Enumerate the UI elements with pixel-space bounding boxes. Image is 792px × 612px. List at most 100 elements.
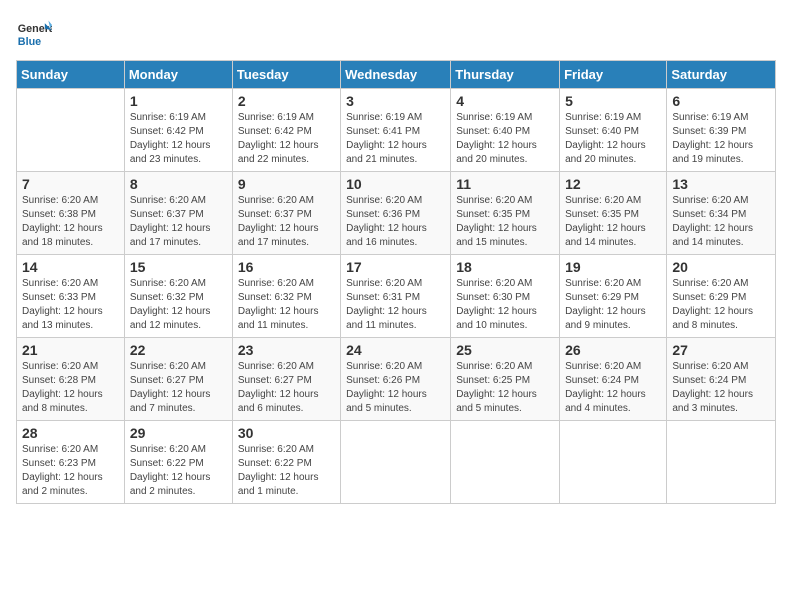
- calendar-cell: 22 Sunrise: 6:20 AM Sunset: 6:27 PM Dayli…: [124, 338, 232, 421]
- header-friday: Friday: [560, 61, 667, 89]
- calendar-cell: 2 Sunrise: 6:19 AM Sunset: 6:42 PM Daylig…: [232, 89, 340, 172]
- calendar-cell: 15Sunrise: 6:20 AM Sunset: 6:32 PM Dayli…: [124, 255, 232, 338]
- calendar-cell: 3 Sunrise: 6:19 AM Sunset: 6:41 PM Daylig…: [341, 89, 451, 172]
- day-number: 28: [22, 425, 119, 441]
- day-number: 2: [238, 93, 335, 109]
- day-number: 26: [565, 342, 661, 358]
- day-number: 14: [22, 259, 119, 275]
- day-number: 30: [238, 425, 335, 441]
- calendar-cell: 5 Sunrise: 6:19 AM Sunset: 6:40 PM Daylig…: [560, 89, 667, 172]
- calendar-cell: 25Sunrise: 6:20 AM Sunset: 6:25 PM Dayli…: [451, 338, 560, 421]
- logo-icon: General Blue: [16, 16, 52, 52]
- header-tuesday: Tuesday: [232, 61, 340, 89]
- logo: General Blue: [16, 16, 60, 52]
- day-info: Sunrise: 6:20 AM Sunset: 6:24 PM Dayligh…: [565, 360, 661, 416]
- day-number: 4: [456, 93, 554, 109]
- day-number: 21: [22, 342, 119, 358]
- day-number: 3: [346, 93, 445, 109]
- day-number: 19: [565, 259, 661, 275]
- day-info: Sunrise: 6:20 AM Sunset: 6:35 PM Dayligh…: [456, 194, 554, 250]
- calendar-cell: 6 Sunrise: 6:19 AM Sunset: 6:39 PM Daylig…: [667, 89, 776, 172]
- day-info: Sunrise: 6:20 AM Sunset: 6:23 PM Dayligh…: [22, 443, 119, 499]
- day-number: 23: [238, 342, 335, 358]
- day-info: Sunrise: 6:19 AM Sunset: 6:42 PM Dayligh…: [130, 111, 227, 167]
- day-info: Sunrise: 6:20 AM Sunset: 6:29 PM Dayligh…: [565, 277, 661, 333]
- calendar-cell: 23 Sunrise: 6:20 AM Sunset: 6:27 PM Dayli…: [232, 338, 340, 421]
- header-thursday: Thursday: [451, 61, 560, 89]
- header-sunday: Sunday: [17, 61, 125, 89]
- calendar-cell: [341, 421, 451, 504]
- day-info: Sunrise: 6:19 AM Sunset: 6:41 PM Dayligh…: [346, 111, 445, 167]
- day-info: Sunrise: 6:19 AM Sunset: 6:42 PM Dayligh…: [238, 111, 335, 167]
- calendar-cell: 12Sunrise: 6:20 AM Sunset: 6:35 PM Dayli…: [560, 172, 667, 255]
- calendar-cell: [560, 421, 667, 504]
- calendar-cell: 30 Sunrise: 6:20 AM Sunset: 6:22 PM Dayli…: [232, 421, 340, 504]
- calendar-cell: [451, 421, 560, 504]
- calendar-cell: [17, 89, 125, 172]
- calendar-cell: 28 Sunrise: 6:20 AM Sunset: 6:23 PM Dayli…: [17, 421, 125, 504]
- day-info: Sunrise: 6:20 AM Sunset: 6:27 PM Dayligh…: [238, 360, 335, 416]
- calendar-cell: 1 Sunrise: 6:19 AM Sunset: 6:42 PM Daylig…: [124, 89, 232, 172]
- calendar-cell: 14 Sunrise: 6:20 AM Sunset: 6:33 PM Dayli…: [17, 255, 125, 338]
- day-number: 20: [672, 259, 770, 275]
- day-number: 25: [456, 342, 554, 358]
- day-info: Sunrise: 6:19 AM Sunset: 6:40 PM Dayligh…: [565, 111, 661, 167]
- header-saturday: Saturday: [667, 61, 776, 89]
- day-number: 22: [130, 342, 227, 358]
- calendar-cell: [667, 421, 776, 504]
- header-wednesday: Wednesday: [341, 61, 451, 89]
- week-row-4: 21 Sunrise: 6:20 AM Sunset: 6:28 PM Dayli…: [17, 338, 776, 421]
- week-row-5: 28 Sunrise: 6:20 AM Sunset: 6:23 PM Dayli…: [17, 421, 776, 504]
- svg-text:General: General: [18, 23, 52, 35]
- day-number: 9: [238, 176, 335, 192]
- week-row-2: 7 Sunrise: 6:20 AM Sunset: 6:38 PM Daylig…: [17, 172, 776, 255]
- day-number: 6: [672, 93, 770, 109]
- day-info: Sunrise: 6:20 AM Sunset: 6:22 PM Dayligh…: [238, 443, 335, 499]
- calendar-cell: 19 Sunrise: 6:20 AM Sunset: 6:29 PM Dayli…: [560, 255, 667, 338]
- header-monday: Monday: [124, 61, 232, 89]
- day-info: Sunrise: 6:20 AM Sunset: 6:38 PM Dayligh…: [22, 194, 119, 250]
- day-number: 24: [346, 342, 445, 358]
- day-info: Sunrise: 6:20 AM Sunset: 6:29 PM Dayligh…: [672, 277, 770, 333]
- calendar-cell: 27Sunrise: 6:20 AM Sunset: 6:24 PM Dayli…: [667, 338, 776, 421]
- day-info: Sunrise: 6:20 AM Sunset: 6:36 PM Dayligh…: [346, 194, 445, 250]
- day-info: Sunrise: 6:20 AM Sunset: 6:37 PM Dayligh…: [130, 194, 227, 250]
- day-info: Sunrise: 6:19 AM Sunset: 6:39 PM Dayligh…: [672, 111, 770, 167]
- calendar-table: SundayMondayTuesdayWednesdayThursdayFrid…: [16, 60, 776, 504]
- calendar-cell: 13Sunrise: 6:20 AM Sunset: 6:34 PM Dayli…: [667, 172, 776, 255]
- calendar-cell: 8 Sunrise: 6:20 AM Sunset: 6:37 PM Daylig…: [124, 172, 232, 255]
- day-number: 1: [130, 93, 227, 109]
- day-info: Sunrise: 6:20 AM Sunset: 6:27 PM Dayligh…: [130, 360, 227, 416]
- svg-text:Blue: Blue: [18, 36, 41, 48]
- page-header: General Blue: [16, 16, 776, 52]
- calendar-cell: 29 Sunrise: 6:20 AM Sunset: 6:22 PM Dayli…: [124, 421, 232, 504]
- day-number: 10: [346, 176, 445, 192]
- day-info: Sunrise: 6:20 AM Sunset: 6:22 PM Dayligh…: [130, 443, 227, 499]
- calendar-cell: 10 Sunrise: 6:20 AM Sunset: 6:36 PM Dayli…: [341, 172, 451, 255]
- day-info: Sunrise: 6:20 AM Sunset: 6:32 PM Dayligh…: [238, 277, 335, 333]
- header-row: SundayMondayTuesdayWednesdayThursdayFrid…: [17, 61, 776, 89]
- calendar-cell: 7 Sunrise: 6:20 AM Sunset: 6:38 PM Daylig…: [17, 172, 125, 255]
- day-info: Sunrise: 6:20 AM Sunset: 6:33 PM Dayligh…: [22, 277, 119, 333]
- day-number: 29: [130, 425, 227, 441]
- calendar-cell: 21 Sunrise: 6:20 AM Sunset: 6:28 PM Dayli…: [17, 338, 125, 421]
- day-info: Sunrise: 6:20 AM Sunset: 6:32 PM Dayligh…: [130, 277, 227, 333]
- day-info: Sunrise: 6:20 AM Sunset: 6:34 PM Dayligh…: [672, 194, 770, 250]
- day-info: Sunrise: 6:20 AM Sunset: 6:24 PM Dayligh…: [672, 360, 770, 416]
- calendar-cell: 17Sunrise: 6:20 AM Sunset: 6:31 PM Dayli…: [341, 255, 451, 338]
- day-number: 5: [565, 93, 661, 109]
- calendar-cell: 11 Sunrise: 6:20 AM Sunset: 6:35 PM Dayli…: [451, 172, 560, 255]
- day-number: 18: [456, 259, 554, 275]
- calendar-cell: 18Sunrise: 6:20 AM Sunset: 6:30 PM Dayli…: [451, 255, 560, 338]
- day-info: Sunrise: 6:20 AM Sunset: 6:28 PM Dayligh…: [22, 360, 119, 416]
- day-number: 11: [456, 176, 554, 192]
- day-info: Sunrise: 6:20 AM Sunset: 6:37 PM Dayligh…: [238, 194, 335, 250]
- week-row-3: 14 Sunrise: 6:20 AM Sunset: 6:33 PM Dayli…: [17, 255, 776, 338]
- calendar-cell: 26 Sunrise: 6:20 AM Sunset: 6:24 PM Dayli…: [560, 338, 667, 421]
- day-number: 8: [130, 176, 227, 192]
- calendar-cell: 24Sunrise: 6:20 AM Sunset: 6:26 PM Dayli…: [341, 338, 451, 421]
- day-number: 12: [565, 176, 661, 192]
- day-number: 17: [346, 259, 445, 275]
- calendar-cell: 20 Sunrise: 6:20 AM Sunset: 6:29 PM Dayli…: [667, 255, 776, 338]
- day-number: 7: [22, 176, 119, 192]
